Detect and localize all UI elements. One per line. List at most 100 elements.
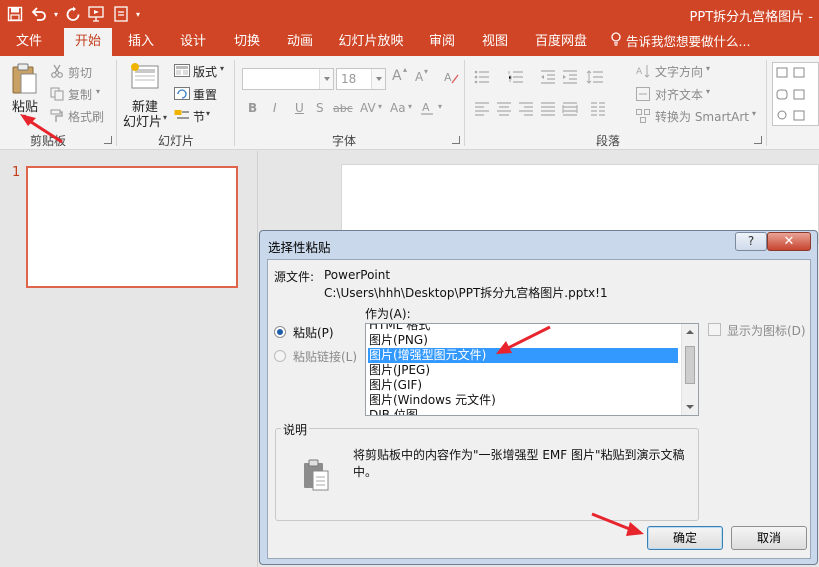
font-name-input[interactable] (242, 68, 334, 90)
format-painter-button[interactable]: 格式刷 (68, 108, 104, 125)
decrease-indent-icon[interactable] (540, 70, 556, 87)
convert-smartart-button[interactable]: 转换为 SmartArt (655, 108, 749, 125)
new-slide-dropdown-icon[interactable]: ▾ (163, 113, 167, 122)
tab-file[interactable]: 文件 (4, 28, 54, 56)
tab-animations[interactable]: 动画 (279, 28, 321, 56)
scroll-up-icon[interactable] (686, 330, 694, 334)
spacing-dropdown-icon[interactable]: ▾ (378, 102, 382, 111)
tab-design[interactable]: 设计 (172, 28, 214, 56)
change-case-dropdown-icon[interactable]: ▾ (408, 102, 412, 111)
font-name-dropdown-icon[interactable] (319, 69, 333, 89)
format-item-wmf[interactable]: 图片(Windows 元文件) (368, 393, 678, 408)
annotation-arrow-ok (591, 512, 644, 536)
format-item-jpeg[interactable]: 图片(JPEG) (368, 363, 678, 378)
paste-result-icon (302, 459, 332, 496)
paragraph-launcher-icon[interactable] (754, 136, 762, 144)
columns-icon[interactable] (590, 102, 606, 119)
character-spacing-button[interactable]: AV (360, 101, 376, 115)
tab-review[interactable]: 审阅 (421, 28, 463, 56)
align-text-button[interactable]: 对齐文本 (655, 86, 703, 103)
format-item-dib[interactable]: DIB 位图 (368, 408, 678, 415)
new-slide-icon[interactable] (130, 62, 160, 95)
align-right-icon[interactable] (518, 102, 534, 119)
smartart-dropdown-icon[interactable]: ▾ (752, 109, 756, 118)
line-spacing-icon[interactable] (586, 70, 604, 87)
scroll-thumb[interactable] (685, 346, 695, 384)
shrink-font-button[interactable]: A (415, 70, 423, 84)
description-text: 将剪贴板中的内容作为"一张增强型 EMF 图片"粘贴到演示文稿中。 (353, 448, 685, 479)
display-as-icon-checkbox[interactable] (708, 323, 721, 336)
font-size-value: 18 (341, 72, 357, 86)
close-button[interactable]: ✕ (767, 232, 811, 251)
group-divider (464, 60, 465, 146)
copy-dropdown-icon[interactable]: ▾ (96, 87, 100, 96)
tab-baidu-netdisk[interactable]: 百度网盘 (528, 28, 594, 56)
display-as-icon-label[interactable]: 显示为图标(D) (727, 322, 806, 339)
italic-button[interactable]: I (273, 101, 277, 115)
save-icon[interactable] (4, 3, 26, 25)
undo-icon[interactable] (28, 3, 50, 25)
reset-icon (174, 87, 190, 103)
font-size-dropdown-icon[interactable] (371, 69, 385, 89)
align-text-dropdown-icon[interactable]: ▾ (706, 87, 710, 96)
grow-font-button[interactable]: A (392, 68, 402, 84)
tell-me-box[interactable]: 告诉我您想要做什么... (610, 28, 750, 56)
scroll-down-icon[interactable] (686, 405, 694, 409)
ok-button[interactable]: 确定 (647, 526, 723, 550)
section-icon (174, 109, 190, 125)
paste-link-radio[interactable] (274, 350, 286, 362)
numbering-icon[interactable] (508, 70, 524, 87)
cut-button[interactable]: 剪切 (68, 64, 92, 81)
shadow-button[interactable]: S (316, 101, 324, 115)
touch-mode-icon[interactable] (110, 3, 132, 25)
customize-qat-icon[interactable]: ▾ (134, 3, 142, 25)
reset-button[interactable]: 重置 (193, 86, 217, 103)
bullets-icon[interactable] (474, 70, 490, 87)
paste-radio[interactable] (274, 326, 286, 338)
layout-dropdown-icon[interactable]: ▾ (220, 64, 224, 73)
tab-insert[interactable]: 插入 (120, 28, 162, 56)
cancel-button[interactable]: 取消 (731, 526, 807, 550)
justify-icon[interactable] (540, 102, 556, 119)
align-center-icon[interactable] (496, 102, 512, 119)
font-color-icon[interactable]: A (420, 100, 436, 119)
layout-button[interactable]: 版式 (193, 63, 217, 80)
smartart-icon (636, 109, 650, 126)
font-color-dropdown-icon[interactable]: ▾ (438, 102, 442, 111)
align-left-icon[interactable] (474, 102, 490, 119)
tab-slideshow[interactable]: 幻灯片放映 (334, 28, 408, 56)
tab-home[interactable]: 开始 (64, 28, 112, 56)
section-dropdown-icon[interactable]: ▾ (206, 109, 210, 118)
redo-icon[interactable] (62, 3, 84, 25)
help-button[interactable]: ? (735, 232, 767, 251)
text-direction-dropdown-icon[interactable]: ▾ (706, 64, 710, 73)
increase-indent-icon[interactable] (562, 70, 578, 87)
paste-link-option-label[interactable]: 粘贴链接(L) (293, 348, 357, 365)
strikethrough-button[interactable]: abc (333, 102, 353, 115)
text-direction-button[interactable]: 文字方向 (655, 63, 703, 80)
listbox-scrollbar[interactable] (681, 324, 698, 415)
section-button[interactable]: 节 (193, 108, 205, 125)
underline-button[interactable]: U (295, 101, 304, 115)
start-from-beginning-icon[interactable] (86, 3, 108, 25)
change-case-button[interactable]: Aa (390, 101, 406, 115)
font-launcher-icon[interactable] (452, 136, 460, 144)
slide-thumbnail[interactable] (26, 166, 238, 288)
paste-option-label[interactable]: 粘贴(P) (293, 324, 334, 341)
format-item-gif[interactable]: 图片(GIF) (368, 378, 678, 393)
clipboard-launcher-icon[interactable] (104, 136, 112, 144)
bold-button[interactable]: B (248, 101, 257, 115)
font-size-input[interactable]: 18 (336, 68, 386, 90)
tab-view[interactable]: 视图 (474, 28, 516, 56)
shrink-font-arrow-icon: ▾ (424, 67, 429, 76)
shapes-gallery-icon[interactable] (772, 62, 819, 129)
copy-button[interactable]: 复制 (68, 86, 92, 103)
new-slide-label-2[interactable]: 幻灯片 (123, 111, 162, 130)
paste-icon[interactable] (10, 62, 40, 99)
undo-dropdown-icon[interactable]: ▾ (52, 3, 60, 25)
title-bar: ▾ ▾ PPT拆分九宫格图片 - (0, 0, 819, 28)
tab-transitions[interactable]: 切换 (226, 28, 268, 56)
source-label: 源文件: (274, 270, 315, 284)
distributed-icon[interactable] (562, 102, 578, 119)
clear-formatting-icon[interactable]: A (444, 69, 460, 88)
